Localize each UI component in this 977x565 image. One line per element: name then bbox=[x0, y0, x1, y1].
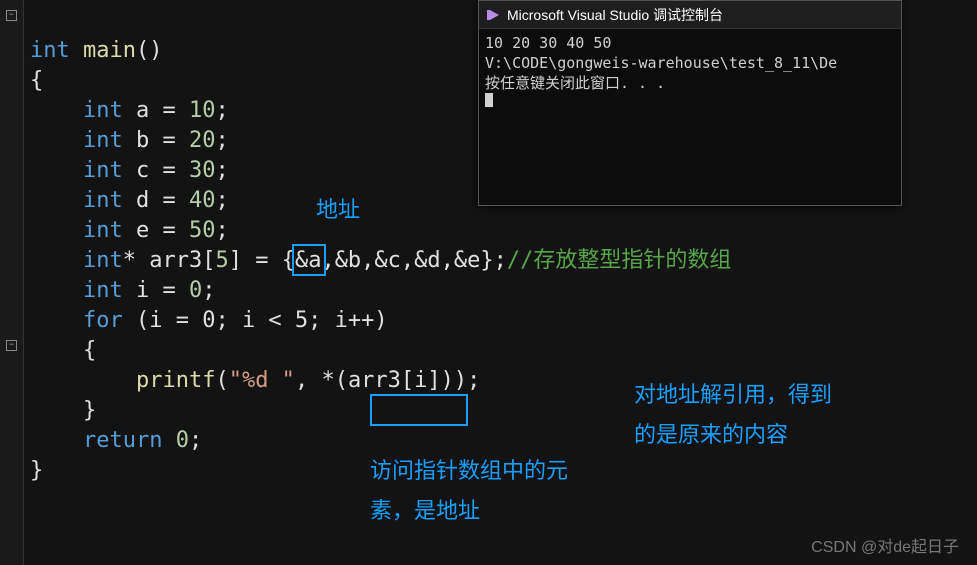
kw-return: return bbox=[83, 428, 162, 453]
kw-int: int bbox=[83, 278, 123, 303]
for-cond: (i = 0; i < 5; i++) bbox=[136, 308, 388, 333]
kw-int: int bbox=[83, 188, 123, 213]
note-access-line2: 素，是地址 bbox=[370, 496, 480, 526]
console-line: 按任意键关闭此窗口. . . bbox=[485, 74, 665, 92]
kw-int: int bbox=[83, 218, 123, 243]
note-access-line1: 访问指针数组中的元 bbox=[370, 456, 568, 486]
var-arr3: arr3 bbox=[149, 248, 202, 273]
var-e: e bbox=[136, 218, 149, 243]
kw-int: int bbox=[83, 248, 123, 273]
comment: //存放整型指针的数组 bbox=[507, 248, 732, 273]
vs-icon bbox=[485, 7, 501, 23]
var-i: i bbox=[136, 278, 149, 303]
note-deref-line2: 的是原来的内容 bbox=[634, 420, 788, 450]
console-cursor bbox=[485, 93, 493, 107]
arr-initializer: &a,&b,&c,&d,&e bbox=[295, 248, 480, 273]
console-line: V:\CODE\gongweis-warehouse\test_8_11\De bbox=[485, 54, 837, 72]
kw-int: int bbox=[83, 98, 123, 123]
num: 5 bbox=[215, 248, 228, 273]
num: 30 bbox=[189, 158, 216, 183]
debug-console-window[interactable]: Microsoft Visual Studio 调试控制台 10 20 30 4… bbox=[478, 0, 902, 206]
note-deref-line1: 对地址解引用，得到 bbox=[634, 380, 832, 410]
num: 20 bbox=[189, 128, 216, 153]
parens: () bbox=[136, 38, 163, 63]
var-a: a bbox=[136, 98, 149, 123]
var-c: c bbox=[136, 158, 149, 183]
num: 50 bbox=[189, 218, 216, 243]
var-b: b bbox=[136, 128, 149, 153]
deref-star: * bbox=[321, 368, 334, 393]
fold-icon[interactable] bbox=[6, 10, 17, 21]
fmt-string: "%d " bbox=[229, 368, 295, 393]
console-titlebar[interactable]: Microsoft Visual Studio 调试控制台 bbox=[479, 1, 901, 29]
gutter bbox=[0, 0, 24, 565]
fn-printf: printf bbox=[136, 368, 215, 393]
kw-int: int bbox=[30, 38, 70, 63]
console-output[interactable]: 10 20 30 40 50 V:\CODE\gongweis-warehous… bbox=[479, 29, 901, 117]
num: 0 bbox=[189, 278, 202, 303]
num: 40 bbox=[189, 188, 216, 213]
brace: } bbox=[30, 458, 43, 483]
expr-arr3: arr3 bbox=[348, 368, 401, 393]
kw-for: for bbox=[83, 308, 123, 333]
brace: { bbox=[30, 68, 43, 93]
expr-i: i bbox=[414, 368, 427, 393]
num: 10 bbox=[189, 98, 216, 123]
fold-icon[interactable] bbox=[6, 340, 17, 351]
kw-int: int bbox=[83, 158, 123, 183]
num: 0 bbox=[176, 428, 189, 453]
console-title-text: Microsoft Visual Studio 调试控制台 bbox=[507, 1, 723, 29]
note-address: 地址 bbox=[316, 195, 360, 225]
watermark: CSDN @对de起日子 bbox=[811, 533, 959, 557]
brace: { bbox=[83, 338, 96, 363]
fn-main: main bbox=[83, 38, 136, 63]
brace: } bbox=[83, 398, 96, 423]
var-d: d bbox=[136, 188, 149, 213]
console-line: 10 20 30 40 50 bbox=[485, 34, 611, 52]
kw-int: int bbox=[83, 128, 123, 153]
